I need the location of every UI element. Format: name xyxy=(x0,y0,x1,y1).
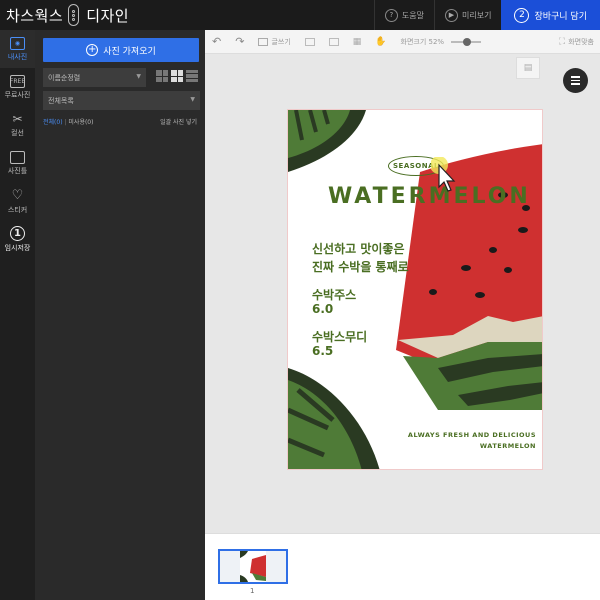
sidebar-item-label: 임시저장 xyxy=(4,243,31,252)
redo-button[interactable]: ↷ xyxy=(228,35,251,48)
fit-screen-icon: ⛶ xyxy=(558,36,566,47)
grid-button[interactable]: ▦ xyxy=(346,37,369,47)
photo-icon: ◉ xyxy=(10,36,25,50)
footer-line-1[interactable]: ALWAYS FRESH AND DELICIOUS xyxy=(408,431,536,439)
layer-button[interactable] xyxy=(322,37,346,46)
chevron-down-icon: ▼ xyxy=(190,96,195,103)
folder-select[interactable]: 전체목록 ▼ xyxy=(43,91,200,110)
view-large-grid-button[interactable] xyxy=(171,70,183,82)
photo-filter-tabs: 전체(0) | 미사용(0) xyxy=(43,119,94,126)
document-icon: ▤ xyxy=(523,63,533,73)
zoom-slider[interactable] xyxy=(451,37,482,46)
logo-text-right: 디자인 xyxy=(86,6,130,25)
play-icon: ▶ xyxy=(445,8,458,22)
question-icon: ? xyxy=(384,8,398,22)
logo-badge-icon xyxy=(68,4,80,26)
tab-unused[interactable]: 미사용(0) xyxy=(68,119,93,126)
frame-icon xyxy=(10,150,25,164)
menu-item-1-price[interactable]: 6.0 xyxy=(312,302,333,316)
save-icon: 1 xyxy=(10,225,25,241)
cart-step-badge: 2 xyxy=(514,7,530,23)
page-settings-button[interactable]: ▤ xyxy=(516,57,540,79)
footer-line-2[interactable]: WATERMELON xyxy=(480,442,536,450)
sidebar-item-label: 무료사진 xyxy=(4,90,31,99)
plus-icon: + xyxy=(86,44,99,56)
layer-icon xyxy=(328,37,339,46)
menu-item-2-name[interactable]: 수박스무디 xyxy=(312,328,367,345)
mouse-cursor xyxy=(431,157,456,192)
sidebar-item-cutline[interactable]: ✂ 컬선 xyxy=(0,106,35,144)
tagline-line-1[interactable]: 신선하고 맛이좋은 xyxy=(312,240,405,257)
help-label: 도움말 xyxy=(401,10,424,20)
scissors-icon: ✂ xyxy=(12,112,23,126)
menu-item-1-name[interactable]: 수박주스 xyxy=(312,286,356,303)
app-logo[interactable]: 차스웍스 디자인 xyxy=(0,0,129,30)
editor-toolbar: ↶ ↷ 글쓰기 ▦ ✋ 화면크기 52% ⛶ 화면맞춤 xyxy=(205,30,600,54)
folder-select-value: 전체목록 xyxy=(48,96,74,105)
undo-button[interactable]: ↶ xyxy=(205,35,228,48)
sidebar-item-stickers[interactable]: ♡ 스티커 xyxy=(0,182,35,220)
zoom-slider-handle[interactable] xyxy=(462,37,471,46)
align-button[interactable] xyxy=(298,37,322,46)
text-tool-label: 글쓰기 xyxy=(271,37,291,46)
cart-label: 장바구니 담기 xyxy=(534,11,587,22)
page-number: 1 xyxy=(250,587,255,595)
sidebar-item-frames[interactable]: 사진틀 xyxy=(0,144,35,182)
sidebar-item-label: 스티커 xyxy=(7,205,28,214)
help-button[interactable]: ? 도움말 xyxy=(373,0,434,30)
undo-icon: ↶ xyxy=(212,35,222,48)
heart-icon: ♡ xyxy=(11,187,24,203)
free-photo-icon: FREE xyxy=(10,74,25,88)
chevron-down-icon: ▼ xyxy=(136,73,141,80)
view-list-button[interactable] xyxy=(186,70,198,82)
poster-title[interactable]: WATERMELON xyxy=(328,184,528,209)
bulk-insert-link[interactable]: 일괄 사진 넣기 xyxy=(160,117,197,126)
sidebar-item-label: 컬선 xyxy=(11,129,24,137)
view-small-grid-button[interactable] xyxy=(156,70,168,82)
fit-screen-label: 화면맞춤 xyxy=(568,37,594,46)
preview-button[interactable]: ▶ 미리보기 xyxy=(434,0,501,30)
logo-text-left: 차스웍스 xyxy=(6,6,64,25)
zoom-label: 화면크기 52% xyxy=(400,37,445,46)
grid-icon: ▦ xyxy=(352,36,362,47)
photo-panel: + 사진 가져오기 이름순정렬 ▼ 전체목록 ▼ 전체(0) | 미사용(0) … xyxy=(35,30,205,600)
preview-label: 미리보기 xyxy=(462,10,492,20)
menu-item-2-price[interactable]: 6.5 xyxy=(312,344,333,358)
page-strip: 1 xyxy=(205,533,600,600)
text-tool-button[interactable]: 글쓰기 xyxy=(251,37,297,47)
hand-icon: ✋ xyxy=(375,36,387,47)
sidebar-item-label: 사진틀 xyxy=(7,166,28,175)
align-icon xyxy=(304,37,315,46)
sidebar-item-label: 내사진 xyxy=(7,52,28,61)
sort-select[interactable]: 이름순정렬 ▼ xyxy=(43,68,146,87)
zoom-control: 화면크기 52% xyxy=(394,37,493,47)
sidebar-item-temp-save[interactable]: 1 임시저장 xyxy=(0,220,35,258)
sort-select-value: 이름순정렬 xyxy=(48,73,81,82)
design-canvas[interactable]: SEASONAL WATERMELON 신선하고 맛이좋은 진짜 수박을 통째로… xyxy=(287,109,543,470)
page-thumbnail-preview xyxy=(240,551,266,582)
import-photos-label: 사진 가져오기 xyxy=(103,46,156,57)
menu-list-button[interactable] xyxy=(563,68,588,93)
sidebar-item-free-photos[interactable]: FREE 무료사진 xyxy=(0,68,35,106)
fit-to-screen-button[interactable]: ⛶ 화면맞춤 xyxy=(559,37,600,47)
add-to-cart-button[interactable]: 2 장바구니 담기 xyxy=(501,0,600,30)
top-bar: 차스웍스 디자인 ? 도움말 ▶ 미리보기 2 장바구니 담기 xyxy=(0,0,600,30)
tool-sidebar: ◉ 내사진 FREE 무료사진 ✂ 컬선 사진틀 ♡ 스티커 1 임시저장 xyxy=(0,30,35,600)
import-photos-button[interactable]: + 사진 가져오기 xyxy=(43,38,199,62)
redo-icon: ↷ xyxy=(235,35,245,48)
tagline-line-2[interactable]: 진짜 수박을 통째로 xyxy=(312,258,409,275)
tab-all[interactable]: 전체(0) xyxy=(43,119,63,126)
hand-tool-button[interactable]: ✋ xyxy=(368,37,393,47)
sidebar-item-my-photos[interactable]: ◉ 내사진 xyxy=(0,30,35,68)
text-box-icon xyxy=(258,37,269,46)
page-thumbnail[interactable] xyxy=(218,549,288,584)
